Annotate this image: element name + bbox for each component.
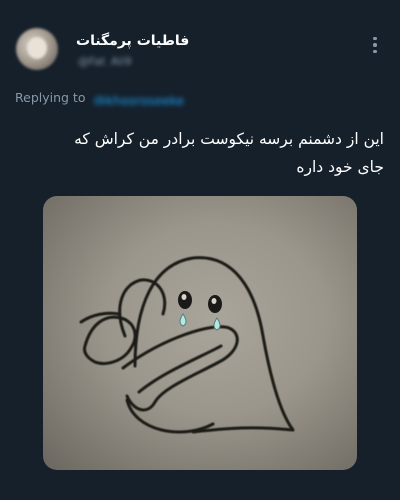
user-handle[interactable]: @Fat_Ali9 <box>78 55 148 67</box>
tweet-media-image[interactable] <box>43 196 357 470</box>
right-arm-outline <box>121 325 239 412</box>
tears <box>179 313 221 331</box>
crying-ghost-sketch <box>79 256 295 434</box>
avatar[interactable] <box>16 28 58 70</box>
more-vertical-icon-dot <box>373 43 377 47</box>
more-options-button[interactable] <box>368 34 382 56</box>
left-hand <box>83 315 137 365</box>
hug-bottom <box>125 398 215 434</box>
replying-to-line: Replying to @khosroseeke <box>15 90 275 105</box>
more-vertical-icon-dot <box>373 49 377 54</box>
tweet-text-line-1: این از دشمنم برسه نیکوست برادر من کراش ک… <box>74 130 384 148</box>
display-name[interactable]: فاطیات پرمگنات <box>76 33 216 49</box>
tweet-text-line-2: جای خود داره <box>296 158 384 176</box>
more-vertical-icon <box>373 36 377 41</box>
replying-to-mention[interactable]: @khosroseeke <box>93 93 201 105</box>
replying-to-label: Replying to <box>15 90 86 105</box>
avatar-face <box>27 37 47 59</box>
tweet-text: این از دشمنم برسه نیکوست برادر من کراش ک… <box>24 125 384 181</box>
eyes <box>178 291 222 313</box>
